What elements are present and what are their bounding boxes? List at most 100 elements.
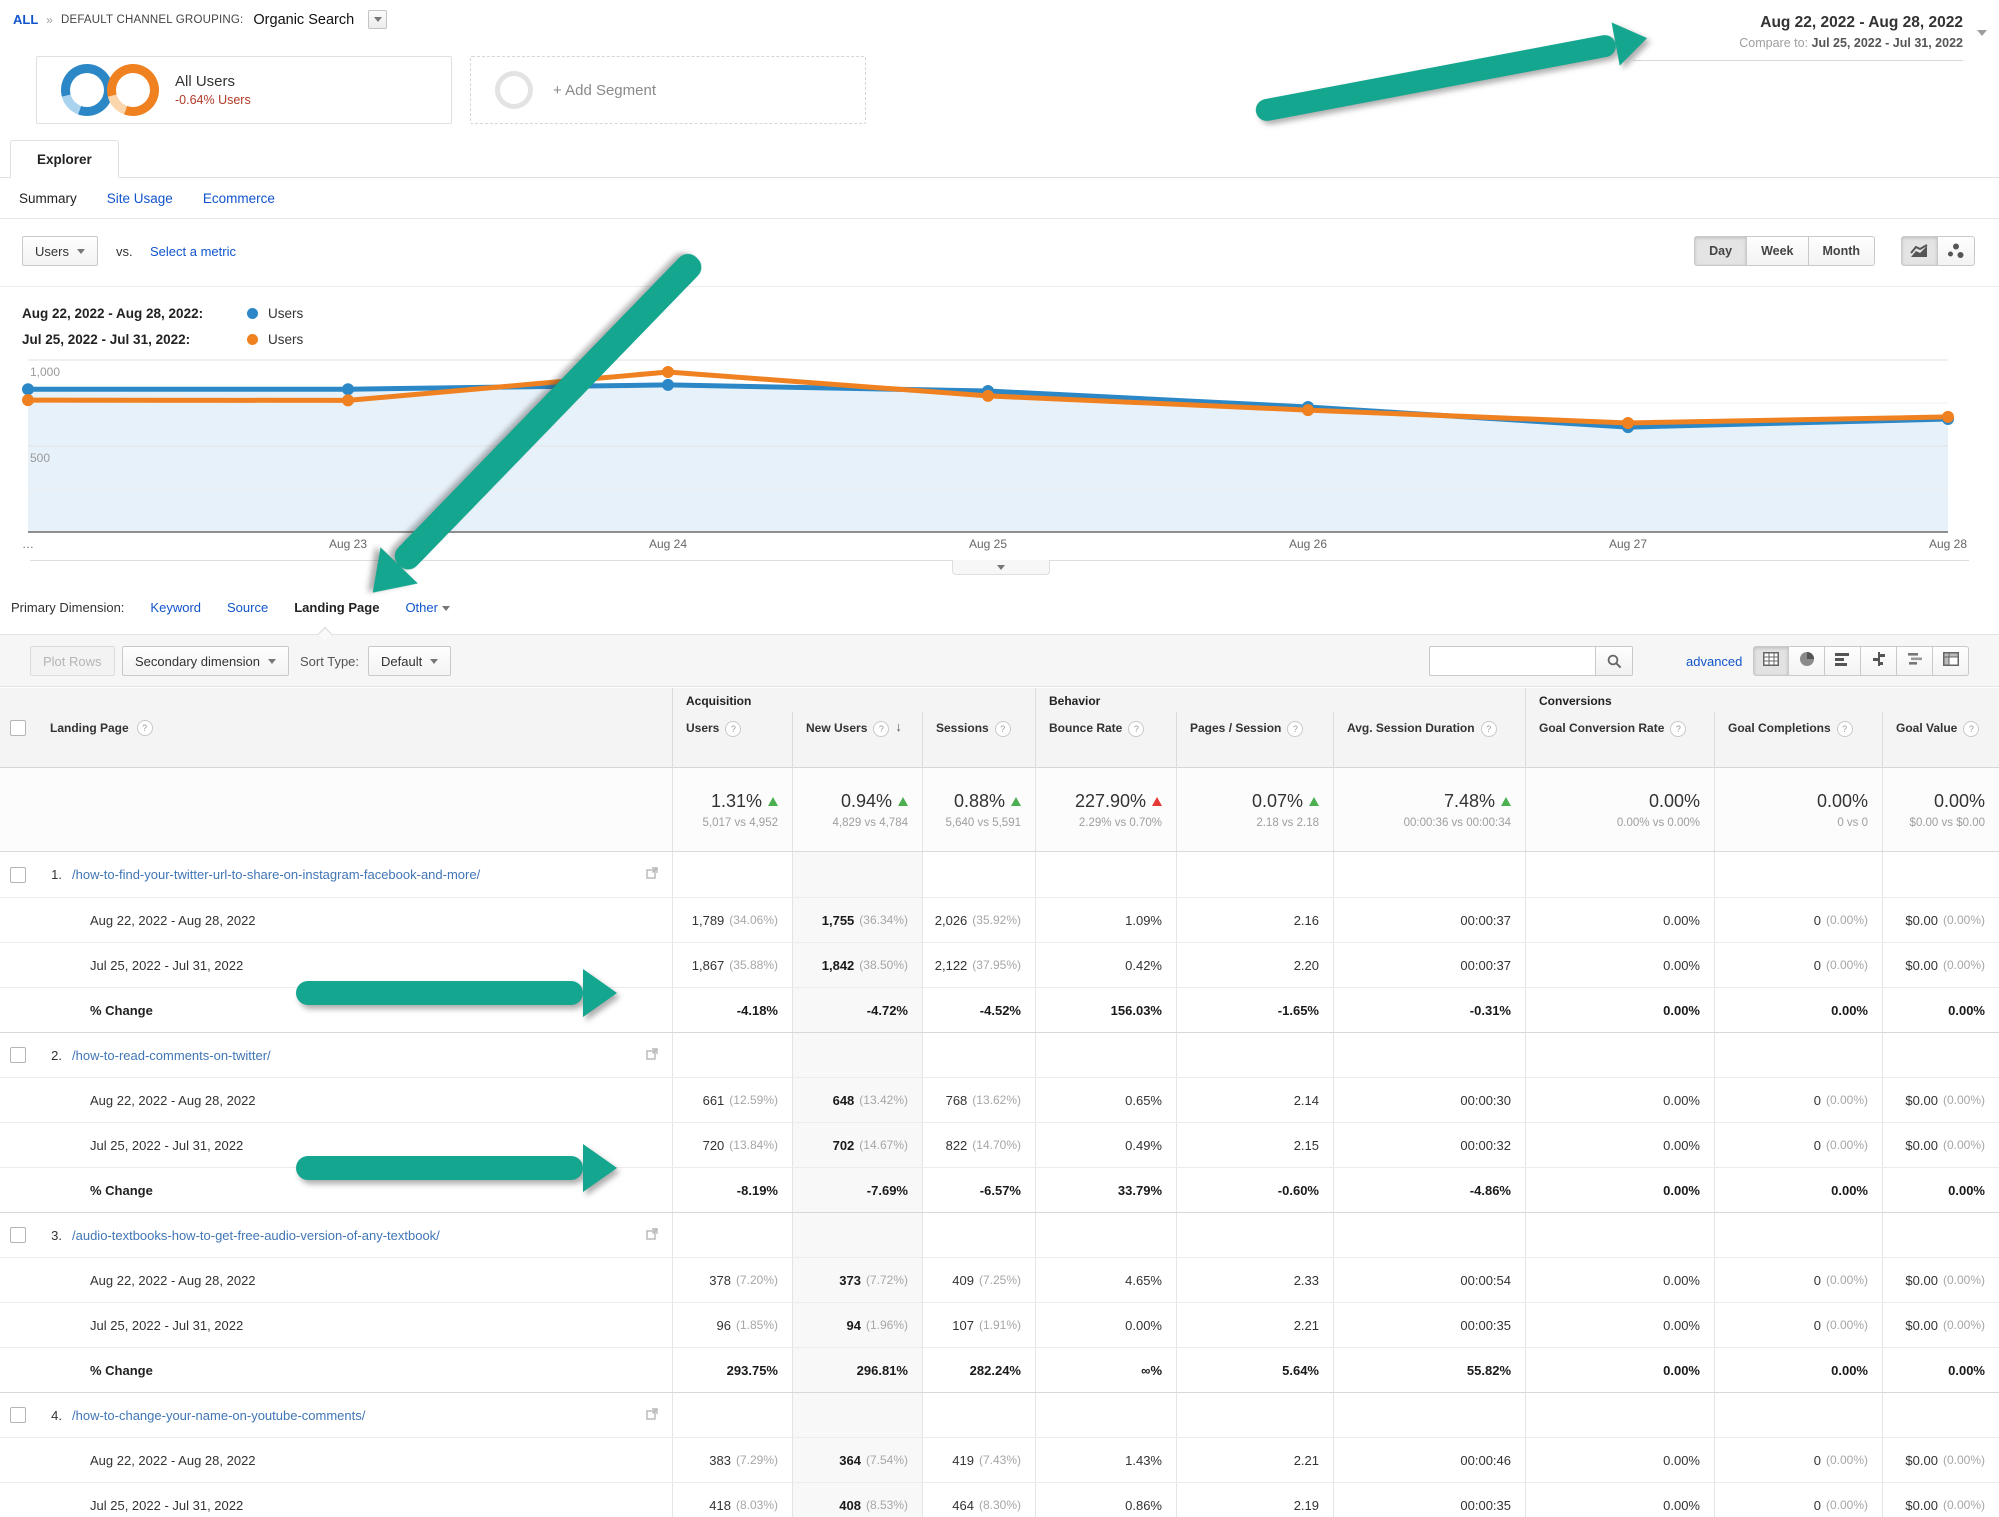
help-icon[interactable] — [1128, 721, 1144, 737]
data-point-compare[interactable] — [1942, 411, 1954, 423]
view-pivot-button[interactable] — [1933, 646, 1969, 676]
granularity-day-button[interactable]: Day — [1694, 236, 1747, 266]
dimension-landing-page-active[interactable]: Landing Page — [294, 600, 379, 615]
data-point-current[interactable] — [662, 379, 674, 391]
data-point-compare[interactable] — [22, 394, 34, 406]
table-subrow: Aug 22, 2022 - Aug 28, 2022661(12.59%)64… — [0, 1077, 1999, 1122]
breadcrumb-dropdown-button[interactable] — [368, 10, 387, 29]
metric-cell: 1,867(35.88%) — [672, 943, 792, 987]
metric-cell: $0.00(0.00%) — [1882, 898, 1999, 942]
total-metric-cell: 1.31%5,017 vs 4,952 — [672, 768, 792, 851]
dimension-other-link[interactable]: Other — [405, 600, 449, 615]
metric-cell: 296.81% — [792, 1348, 922, 1392]
landing-page-link[interactable]: /how-to-change-your-name-on-youtube-comm… — [72, 1408, 365, 1423]
metric-cell: 0.00% — [1525, 1303, 1714, 1347]
line-chart-view-button[interactable] — [1901, 236, 1938, 266]
subtab-summary[interactable]: Summary — [19, 191, 77, 206]
plot-rows-button[interactable]: Plot Rows — [30, 646, 115, 676]
view-performance-button[interactable] — [1825, 646, 1861, 676]
column-header-new-users[interactable]: New Users — [792, 712, 922, 768]
metric-cell: -7.69% — [792, 1168, 922, 1212]
date-range-chevron-icon[interactable] — [1977, 30, 1987, 36]
breadcrumb-all-link[interactable]: ALL — [13, 12, 38, 27]
table-search-input[interactable] — [1429, 646, 1595, 676]
open-page-button[interactable] — [646, 1227, 658, 1245]
data-point-compare[interactable] — [342, 394, 354, 406]
dimension-keyword-link[interactable]: Keyword — [150, 600, 201, 615]
select-all-checkbox[interactable] — [10, 720, 26, 736]
sort-descending-icon[interactable] — [895, 719, 902, 734]
segments-bar: All Users -0.64% Users + Add Segment — [36, 56, 866, 124]
row-checkbox[interactable] — [10, 1407, 26, 1423]
sort-type-button[interactable]: Default — [368, 646, 451, 676]
help-icon[interactable] — [1670, 721, 1686, 737]
data-point-current[interactable] — [22, 383, 34, 395]
column-header-goal-value[interactable]: Goal Value — [1882, 712, 1999, 768]
column-header-sessions[interactable]: Sessions — [922, 712, 1035, 768]
subtab-site-usage[interactable]: Site Usage — [107, 191, 173, 206]
column-header-goal-conversion-rate[interactable]: Goal Conversion Rate — [1525, 712, 1714, 768]
landing-page-link[interactable]: /audio-textbooks-how-to-get-free-audio-v… — [72, 1228, 440, 1243]
metric-cell: 0.86% — [1035, 1483, 1176, 1517]
help-icon[interactable] — [725, 721, 741, 737]
data-point-compare[interactable] — [662, 366, 674, 378]
secondary-dimension-button[interactable]: Secondary dimension — [122, 646, 289, 676]
view-percentage-button[interactable] — [1789, 646, 1825, 676]
motion-chart-view-button[interactable] — [1938, 236, 1975, 266]
annotation-arrow-percent-change-1 — [296, 981, 583, 1005]
chart-expander-tab[interactable] — [952, 560, 1050, 575]
period-label: Jul 25, 2022 - Jul 31, 2022 — [0, 1303, 672, 1347]
row-checkbox[interactable] — [10, 1227, 26, 1243]
help-icon[interactable] — [873, 721, 889, 737]
row-checkbox[interactable] — [10, 1047, 26, 1063]
add-segment-button[interactable]: + Add Segment — [470, 56, 866, 124]
help-icon[interactable] — [995, 721, 1011, 737]
row-checkbox[interactable] — [10, 867, 26, 883]
granularity-week-button[interactable]: Week — [1747, 236, 1808, 266]
help-icon[interactable] — [1963, 721, 1979, 737]
data-point-compare[interactable] — [982, 390, 994, 402]
landing-page-link[interactable]: /how-to-read-comments-on-twitter/ — [72, 1048, 271, 1063]
open-page-button[interactable] — [646, 1407, 658, 1425]
explorer-subnav: Summary Site Usage Ecommerce — [0, 178, 1999, 219]
dimension-source-link[interactable]: Source — [227, 600, 268, 615]
view-comparison-button[interactable] — [1861, 646, 1897, 676]
column-header-goal-completions[interactable]: Goal Completions — [1714, 712, 1882, 768]
chevron-down-icon — [268, 659, 276, 664]
data-point-compare[interactable] — [1622, 417, 1634, 429]
column-header-users[interactable]: Users — [672, 712, 792, 768]
data-point-compare[interactable] — [1302, 404, 1314, 416]
add-segment-circle-icon — [495, 71, 533, 109]
view-term-cloud-button[interactable] — [1897, 646, 1933, 676]
metric-cell: 00:00:37 — [1333, 943, 1525, 987]
help-icon[interactable] — [1481, 721, 1497, 737]
table-icon — [1763, 652, 1779, 671]
chevron-down-icon — [374, 17, 382, 22]
help-icon[interactable] — [137, 720, 153, 736]
granularity-month-button[interactable]: Month — [1809, 236, 1875, 266]
column-header-pages-session[interactable]: Pages / Session — [1176, 712, 1333, 768]
tab-explorer[interactable]: Explorer — [10, 140, 119, 178]
term-cloud-icon — [1907, 652, 1923, 671]
column-header-bounce-rate[interactable]: Bounce Rate — [1035, 712, 1176, 768]
date-range-selector[interactable]: Aug 22, 2022 - Aug 28, 2022 Compare to: … — [1633, 14, 1963, 61]
advanced-search-link[interactable]: advanced — [1686, 654, 1742, 669]
data-point-current[interactable] — [342, 383, 354, 395]
help-icon[interactable] — [1837, 721, 1853, 737]
landing-page-link[interactable]: /how-to-find-your-twitter-url-to-share-o… — [72, 867, 480, 882]
segment-all-users[interactable]: All Users -0.64% Users — [36, 56, 452, 124]
segment-title: All Users — [175, 73, 251, 90]
column-header-avg-session-duration[interactable]: Avg. Session Duration — [1333, 712, 1525, 768]
search-button[interactable] — [1595, 646, 1633, 676]
subtab-ecommerce[interactable]: Ecommerce — [203, 191, 275, 206]
view-table-button[interactable] — [1753, 646, 1789, 676]
open-page-button[interactable] — [646, 1047, 658, 1065]
help-icon[interactable] — [1287, 721, 1303, 737]
metric-header-groups: AcquisitionUsersNew UsersSessionsBehavio… — [672, 688, 1999, 767]
landing-page-column-header[interactable]: Landing Page — [50, 721, 129, 735]
users-trend-chart[interactable]: 1,000500 — [0, 352, 1999, 536]
open-page-button[interactable] — [646, 866, 658, 884]
select-a-metric-link[interactable]: Select a metric — [150, 244, 236, 259]
table-row: 3./audio-textbooks-how-to-get-free-audio… — [0, 1212, 1999, 1257]
metric-select-button[interactable]: Users — [22, 236, 98, 266]
